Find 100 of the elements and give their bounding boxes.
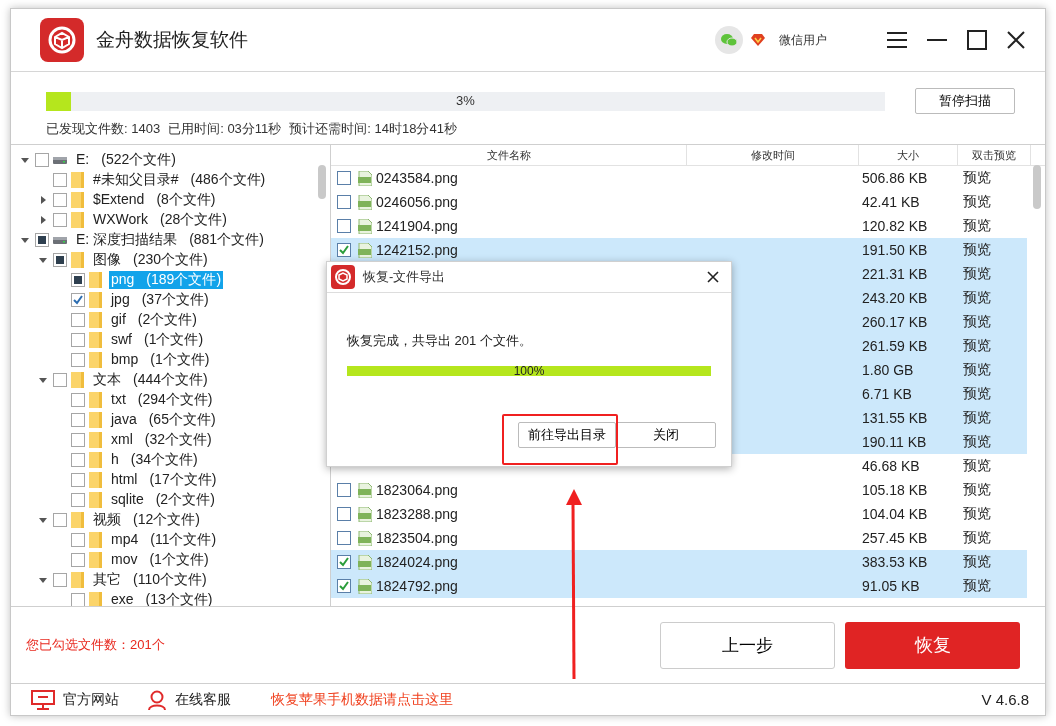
tree-item[interactable]: swf (1个文件) bbox=[109, 331, 206, 349]
checkbox[interactable] bbox=[337, 195, 351, 209]
tree-item[interactable]: 其它 (110个文件) bbox=[91, 571, 209, 589]
checkbox[interactable] bbox=[71, 533, 85, 547]
preview-link[interactable]: 预览 bbox=[963, 313, 991, 331]
checkbox[interactable] bbox=[337, 243, 351, 257]
preview-link[interactable]: 预览 bbox=[963, 577, 991, 595]
column-header[interactable]: 文件名称 bbox=[331, 145, 687, 165]
collapse-arrow-icon[interactable] bbox=[21, 156, 31, 164]
preview-link[interactable]: 预览 bbox=[963, 409, 991, 427]
back-button[interactable]: 上一步 bbox=[660, 621, 835, 669]
collapse-arrow-icon[interactable] bbox=[39, 376, 49, 384]
tree-item[interactable]: sqlite (2个文件) bbox=[109, 491, 217, 509]
checkbox[interactable] bbox=[71, 413, 85, 427]
collapse-arrow-icon[interactable] bbox=[21, 236, 31, 244]
tree-item[interactable]: E: (522个文件) bbox=[74, 151, 178, 169]
maximize-icon[interactable] bbox=[967, 30, 987, 50]
tree-item[interactable]: mov (1个文件) bbox=[109, 551, 211, 569]
preview-link[interactable]: 预览 bbox=[963, 265, 991, 283]
checkbox[interactable] bbox=[337, 171, 351, 185]
preview-link[interactable]: 预览 bbox=[963, 217, 991, 235]
preview-link[interactable]: 预览 bbox=[963, 433, 991, 451]
tree-item[interactable]: #未知父目录# (486个文件) bbox=[91, 171, 268, 189]
close-button[interactable]: 关闭 bbox=[616, 422, 716, 448]
file-row[interactable]: 0243584.png 506.86 KB 预览 bbox=[331, 166, 1027, 190]
file-row[interactable]: 0246056.png 42.41 KB 预览 bbox=[331, 190, 1027, 214]
preview-link[interactable]: 预览 bbox=[963, 553, 991, 571]
preview-link[interactable]: 预览 bbox=[963, 361, 991, 379]
open-folder-button[interactable]: 前往导出目录 bbox=[518, 422, 616, 448]
preview-link[interactable]: 预览 bbox=[963, 505, 991, 523]
checkbox[interactable] bbox=[71, 273, 85, 287]
preview-link[interactable]: 预览 bbox=[963, 457, 991, 475]
tree-item[interactable]: exe (13个文件) bbox=[109, 591, 215, 606]
preview-link[interactable]: 预览 bbox=[963, 529, 991, 547]
checkbox[interactable] bbox=[35, 153, 49, 167]
tree-item[interactable]: gif (2个文件) bbox=[109, 311, 199, 329]
column-header[interactable]: 大小 bbox=[859, 145, 958, 165]
pause-scan-button[interactable]: 暂停扫描 bbox=[915, 88, 1015, 114]
checkbox[interactable] bbox=[71, 353, 85, 367]
checkbox[interactable] bbox=[53, 173, 67, 187]
checkbox[interactable] bbox=[71, 293, 85, 307]
menu-icon[interactable] bbox=[887, 32, 907, 48]
checkbox[interactable] bbox=[71, 433, 85, 447]
checkbox[interactable] bbox=[71, 553, 85, 567]
tree-item[interactable]: 视频 (12个文件) bbox=[91, 511, 202, 529]
tree-item[interactable]: mp4 (11个文件) bbox=[109, 531, 219, 549]
column-header[interactable]: 双击预览 bbox=[958, 145, 1031, 165]
checkbox[interactable] bbox=[71, 313, 85, 327]
tree-item[interactable]: $Extend (8个文件) bbox=[91, 191, 218, 209]
checkbox[interactable] bbox=[71, 333, 85, 347]
checkbox[interactable] bbox=[337, 531, 351, 545]
file-row[interactable]: 1824024.png 383.53 KB 预览 bbox=[331, 550, 1027, 574]
tree-item[interactable]: WXWork (28个文件) bbox=[91, 211, 229, 229]
checkbox[interactable] bbox=[53, 213, 67, 227]
checkbox[interactable] bbox=[53, 193, 67, 207]
collapse-arrow-icon[interactable] bbox=[39, 516, 49, 524]
wechat-avatar-icon[interactable] bbox=[715, 26, 743, 54]
collapse-arrow-icon[interactable] bbox=[39, 256, 49, 264]
file-row[interactable]: 1823288.png 104.04 KB 预览 bbox=[331, 502, 1027, 526]
file-row[interactable]: 1823064.png 105.18 KB 预览 bbox=[331, 478, 1027, 502]
checkbox[interactable] bbox=[71, 493, 85, 507]
tree-item[interactable]: E: 深度扫描结果 (881个文件) bbox=[74, 231, 266, 249]
file-row[interactable]: 1241904.png 120.82 KB 预览 bbox=[331, 214, 1027, 238]
checkbox[interactable] bbox=[337, 507, 351, 521]
preview-link[interactable]: 预览 bbox=[963, 289, 991, 307]
promo-link[interactable]: 恢复苹果手机数据请点击这里 bbox=[271, 690, 453, 709]
preview-link[interactable]: 预览 bbox=[963, 193, 991, 211]
tree-item[interactable]: 图像 (230个文件) bbox=[91, 251, 210, 269]
recover-button[interactable]: 恢复 bbox=[845, 621, 1020, 669]
close-icon[interactable] bbox=[1007, 31, 1025, 49]
preview-link[interactable]: 预览 bbox=[963, 337, 991, 355]
tree-item[interactable]: java (65个文件) bbox=[109, 411, 218, 429]
checkbox[interactable] bbox=[337, 483, 351, 497]
tree-item[interactable]: bmp (1个文件) bbox=[109, 351, 212, 369]
checkbox[interactable] bbox=[337, 579, 351, 593]
collapse-arrow-icon[interactable] bbox=[39, 576, 49, 584]
checkbox[interactable] bbox=[71, 453, 85, 467]
checkbox[interactable] bbox=[71, 593, 85, 606]
preview-link[interactable]: 预览 bbox=[963, 241, 991, 259]
file-row[interactable]: 1824792.png 91.05 KB 预览 bbox=[331, 574, 1027, 598]
column-header[interactable]: 修改时间 bbox=[687, 145, 859, 165]
footer-link[interactable]: 在线客服 bbox=[175, 690, 231, 709]
checkbox[interactable] bbox=[337, 555, 351, 569]
tree-item[interactable]: h (34个文件) bbox=[109, 451, 200, 469]
checkbox[interactable] bbox=[53, 373, 67, 387]
tree-item[interactable]: xml (32个文件) bbox=[109, 431, 214, 449]
tree-item[interactable]: 文本 (444个文件) bbox=[91, 371, 210, 389]
preview-link[interactable]: 预览 bbox=[963, 169, 991, 187]
file-row[interactable]: 1242152.png 191.50 KB 预览 bbox=[331, 238, 1027, 262]
close-icon[interactable] bbox=[707, 271, 719, 283]
checkbox[interactable] bbox=[71, 393, 85, 407]
tree-item[interactable]: txt (294个文件) bbox=[109, 391, 215, 409]
file-row[interactable]: 1823504.png 257.45 KB 预览 bbox=[331, 526, 1027, 550]
checkbox[interactable] bbox=[53, 573, 67, 587]
checkbox[interactable] bbox=[35, 233, 49, 247]
checkbox[interactable] bbox=[53, 253, 67, 267]
footer-link[interactable]: 官方网站 bbox=[63, 690, 119, 709]
checkbox[interactable] bbox=[53, 513, 67, 527]
checkbox[interactable] bbox=[71, 473, 85, 487]
tree-item[interactable]: html (17个文件) bbox=[109, 471, 219, 489]
